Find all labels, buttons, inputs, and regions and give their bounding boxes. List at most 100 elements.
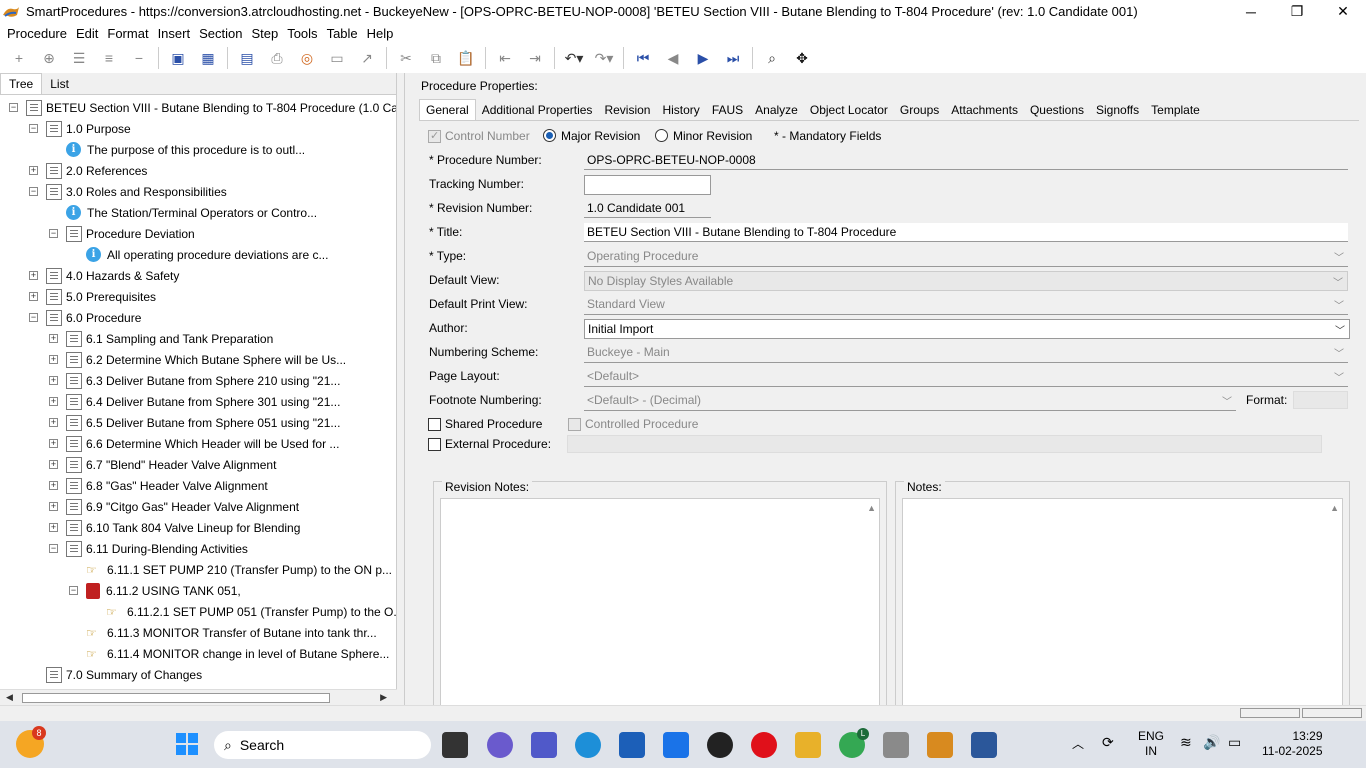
scroll-up-icon[interactable]: ▲: [867, 503, 876, 513]
redo-icon[interactable]: ↷▾: [593, 47, 615, 69]
tab-additional-properties[interactable]: Additional Properties: [476, 100, 599, 120]
expand-icon[interactable]: +: [29, 166, 38, 175]
next-icon[interactable]: ▶: [692, 47, 714, 69]
tab-analyze[interactable]: Analyze: [749, 100, 804, 120]
indent-icon[interactable]: ⇥: [524, 47, 546, 69]
tree-node[interactable]: +2.0 References: [29, 160, 147, 181]
task-view-icon[interactable]: [442, 732, 468, 758]
controlled-procedure-checkbox[interactable]: [568, 418, 581, 431]
tab-template[interactable]: Template: [1145, 100, 1206, 120]
tree-node[interactable]: +4.0 Hazards & Safety: [29, 265, 179, 286]
expand-icon[interactable]: +: [49, 481, 58, 490]
author-select[interactable]: Initial Import ﹀: [584, 319, 1350, 339]
tree-node[interactable]: − 1.0 Purpose: [29, 118, 131, 139]
tree-node[interactable]: i All operating procedure deviations are …: [69, 244, 328, 265]
collapse-icon[interactable]: −: [49, 229, 58, 238]
copilot-icon[interactable]: [487, 732, 513, 758]
tab-revision[interactable]: Revision: [598, 100, 656, 120]
edge-icon[interactable]: [575, 732, 601, 758]
first-icon[interactable]: ⏮: [632, 47, 654, 69]
restore-button[interactable]: ❐: [1274, 0, 1320, 23]
cut-icon[interactable]: ✂: [395, 47, 417, 69]
collapse-icon[interactable]: −: [69, 586, 78, 595]
horizontal-scrollbar[interactable]: ◀ ▶: [0, 689, 397, 705]
smartprocedures-icon[interactable]: [927, 732, 953, 758]
notes-textarea[interactable]: ▲: [902, 498, 1343, 711]
collapse-icon[interactable]: −: [29, 313, 38, 322]
revision-number-field[interactable]: 1.0 Candidate 001: [584, 199, 711, 218]
format-input[interactable]: [1293, 391, 1348, 409]
procedure-number-field[interactable]: OPS-OPRC-BETEU-NOP-0008: [584, 151, 1348, 170]
revision-notes-textarea[interactable]: ▲: [440, 498, 880, 711]
undo-icon[interactable]: ↶▾: [563, 47, 585, 69]
tree-node[interactable]: +6.4 Deliver Butane from Sphere 301 usin…: [49, 391, 340, 412]
menu-help[interactable]: Help: [364, 26, 400, 41]
major-revision-radio[interactable]: [543, 129, 556, 142]
clock[interactable]: 13:29 11-02-2025: [1262, 729, 1323, 759]
tree-node[interactable]: ☞ 6.11.4 MONITOR change in level of Butan…: [69, 643, 389, 664]
expand-icon[interactable]: +: [49, 418, 58, 427]
outdent-icon[interactable]: ⇤: [494, 47, 516, 69]
tracking-number-input[interactable]: [584, 175, 711, 195]
tree-node[interactable]: − 6.0 Procedure: [29, 307, 141, 328]
scrollbar-thumb[interactable]: [22, 693, 330, 703]
external-procedure-checkbox[interactable]: [428, 438, 441, 451]
expand-icon[interactable]: +: [49, 460, 58, 469]
tab-faus[interactable]: FAUS: [706, 100, 749, 120]
title-field[interactable]: BETEU Section VIII - Butane Blending to …: [584, 223, 1348, 242]
tree-node[interactable]: +6.8 "Gas" Header Valve Alignment: [49, 475, 268, 496]
taskbar-search[interactable]: ⌕ Search: [214, 731, 431, 759]
wifi-icon[interactable]: ≋: [1180, 734, 1192, 751]
tab-list[interactable]: List: [42, 74, 77, 94]
menu-edit[interactable]: Edit: [73, 26, 104, 41]
collapse-icon[interactable]: −: [29, 124, 38, 133]
tree-node[interactable]: − BETEU Section VIII - Butane Blending to…: [9, 97, 396, 118]
external-procedure-input[interactable]: [567, 435, 1322, 453]
tab-attachments[interactable]: Attachments: [945, 100, 1024, 120]
shared-procedure-checkbox[interactable]: [428, 418, 441, 431]
opera-icon[interactable]: [751, 732, 777, 758]
teams-icon[interactable]: [531, 732, 557, 758]
minus-icon[interactable]: −: [128, 47, 150, 69]
expand-icon[interactable]: +: [49, 376, 58, 385]
tree-node[interactable]: +6.1 Sampling and Tank Preparation: [49, 328, 273, 349]
control-number-checkbox[interactable]: [428, 129, 441, 143]
expand-icon[interactable]: +: [49, 355, 58, 364]
close-button[interactable]: ✕: [1320, 0, 1366, 23]
collapse-icon[interactable]: −: [49, 544, 58, 553]
tab-questions[interactable]: Questions: [1024, 100, 1090, 120]
tree-node[interactable]: +6.9 "Citgo Gas" Header Valve Alignment: [49, 496, 299, 517]
cloud-sync-icon[interactable]: ⟳: [1102, 734, 1114, 751]
type-select[interactable]: Operating Procedure ﹀: [584, 247, 1348, 267]
tree-node[interactable]: +6.6 Determine Which Header will be Used…: [49, 433, 339, 454]
last-icon[interactable]: ⏭: [722, 47, 744, 69]
add-icon[interactable]: +: [8, 47, 30, 69]
add-child-icon[interactable]: ⊕: [38, 47, 60, 69]
menu-insert[interactable]: Insert: [155, 26, 197, 41]
default-print-view-select[interactable]: Standard View ﹀: [584, 295, 1348, 315]
tab-object-locator[interactable]: Object Locator: [804, 100, 894, 120]
print-icon[interactable]: ⎙: [266, 47, 288, 69]
tab-groups[interactable]: Groups: [894, 100, 945, 120]
tab-tree[interactable]: Tree: [0, 73, 43, 94]
palette-icon[interactable]: ◎: [296, 47, 318, 69]
store-icon[interactable]: [619, 732, 645, 758]
previous-icon[interactable]: ◀: [662, 47, 684, 69]
tree-node[interactable]: +6.3 Deliver Butane from Sphere 210 usin…: [49, 370, 340, 391]
tree-node[interactable]: 7.0 Summary of Changes: [29, 664, 202, 685]
tab-general[interactable]: General: [419, 99, 476, 120]
collapse-icon[interactable]: −: [9, 103, 18, 112]
tree-node[interactable]: +5.0 Prerequisites: [29, 286, 156, 307]
tree-node[interactable]: ☞ 6.11.1 SET PUMP 210 (Transfer Pump) to …: [69, 559, 392, 580]
menu-section[interactable]: Section: [196, 26, 248, 41]
tab-history[interactable]: History: [656, 100, 705, 120]
default-view-select[interactable]: No Display Styles Available ﹀: [584, 271, 1348, 291]
tree-node[interactable]: +6.5 Deliver Butane from Sphere 051 usin…: [49, 412, 340, 433]
tree-node[interactable]: ☞ 6.11.3 MONITOR Transfer of Butane into …: [69, 622, 377, 643]
minimize-button[interactable]: ─: [1228, 0, 1274, 23]
numbering-scheme-select[interactable]: Buckeye - Main ﹀: [584, 343, 1348, 363]
menu-procedure[interactable]: Procedure: [4, 26, 73, 41]
preview-icon[interactable]: ▭: [326, 47, 348, 69]
list-indent-icon[interactable]: ≡: [98, 47, 120, 69]
paste-icon[interactable]: 📋: [455, 47, 477, 69]
